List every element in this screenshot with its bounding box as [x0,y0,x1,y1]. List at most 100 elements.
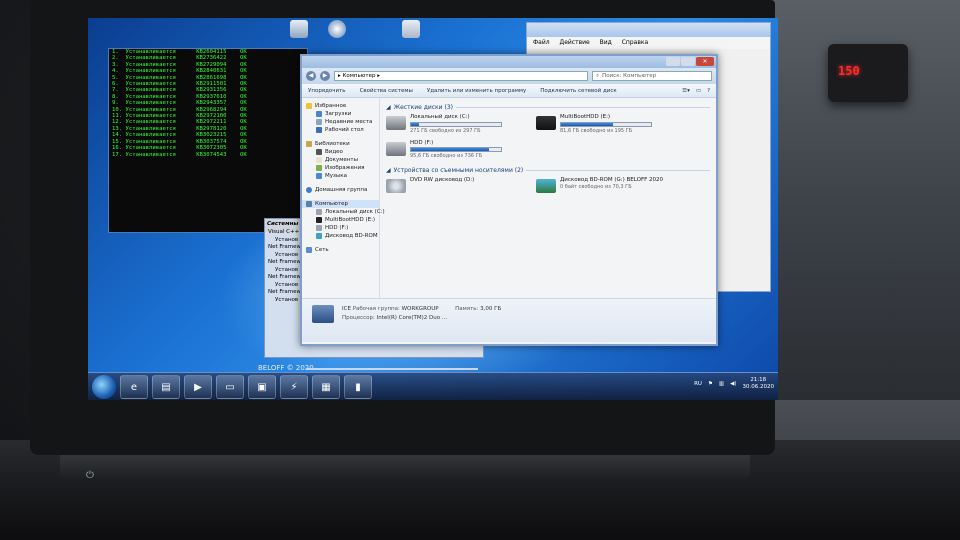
taskbar-installer-icon[interactable]: ▣ [248,375,276,399]
view-options-icon[interactable]: ☰▾ [682,88,690,94]
tray-date: 30.06.2020 [742,384,775,390]
nav-recent-label: Недавние места [325,119,373,125]
back-icon[interactable]: ◀ [306,71,316,81]
drive-item[interactable]: MultiBootHDD (E:) 81,6 ГБ свободно из 19… [536,114,666,134]
system-properties-button[interactable]: Свойства системы [360,88,413,94]
uninstall-program-button[interactable]: Удалить или изменить программу [427,88,526,94]
nav-network[interactable]: Сеть [302,246,379,254]
nav-images[interactable]: Изображения [302,164,379,172]
section-divider [455,107,710,108]
map-network-drive-button[interactable]: Подключить сетевой диск [540,88,616,94]
nav-libraries[interactable]: Библиотеки [302,140,379,148]
recycle-bin-icon[interactable] [398,20,424,44]
nav-downloads[interactable]: Загрузки [302,110,379,118]
taskbar-device-icon[interactable]: ▦ [312,375,340,399]
language-indicator[interactable]: RU [694,381,702,387]
taskbar-snappy-icon[interactable]: ⚡ [280,375,308,399]
nav-desktop[interactable]: Рабочий стол [302,126,379,134]
address-text: Компьютер [342,73,376,79]
drive-name: HDD (F:) [410,139,434,146]
tray-network-icon[interactable]: ▥ [719,381,724,387]
hard-disks-section-header[interactable]: ◢ Жесткие диски (3) [386,104,710,111]
details-col-2: Память: 3,00 ГБ [455,305,501,336]
drive-usage-bar [410,121,502,127]
desktop-icon-network[interactable] [286,20,312,44]
downloads-icon [316,111,322,117]
nav-drive-f[interactable]: HDD (F:) [302,224,379,232]
taskbar-computer-icon[interactable]: ▭ [216,375,244,399]
background-window-titlebar[interactable] [527,23,770,37]
taskbar-explorer-icon[interactable]: ▤ [152,375,180,399]
removable-section-header[interactable]: ◢ Устройства со съемными носителями (2) [386,167,710,174]
collapse-icon: ◢ [386,104,391,111]
desktop-icon-snappy[interactable] [324,20,350,44]
taskbar-ie-icon[interactable]: e [120,375,148,399]
forward-icon[interactable]: ▶ [320,71,330,81]
maximize-button[interactable] [681,57,695,66]
nav-recent-places[interactable]: Недавние места [302,118,379,126]
memory-label: Память: [455,306,479,312]
nav-computer[interactable]: Компьютер [302,200,379,208]
drive-item[interactable]: HDD (F:) 95,6 ГБ свободно из 736 ГБ [386,139,516,159]
nav-drive-f-label: HDD (F:) [325,225,349,231]
search-icon: ⌕ [596,73,600,79]
workgroup-label: Рабочая группа: [352,306,400,312]
menu-action[interactable]: Действие [560,39,590,46]
start-button[interactable] [92,375,116,399]
preview-pane-icon[interactable]: ▭ [696,88,701,94]
navigation-pane: Избранное Загрузки Недавние места Рабочи… [302,98,385,298]
nav-drive-c-label: Локальный диск (C:) [325,209,385,215]
nav-music[interactable]: Музыка [302,172,379,180]
minimize-button[interactable] [666,57,680,66]
nav-desktop-label: Рабочий стол [325,127,364,133]
close-button[interactable]: ✕ [696,57,714,66]
taskbar-cmd-icon[interactable]: ▮ [344,375,372,399]
drive-item[interactable]: DVD RW дисковод (D:) [386,177,516,193]
tray-clock[interactable]: 21:18 30.06.2020 [743,377,775,391]
drive-item[interactable]: Дисковод BD-ROM (G:) BELOFF 2020 0 байт … [536,177,666,193]
nav-homegroup-label: Домашняя группа [315,187,368,193]
nav-drive-bd[interactable]: Дисковод BD-ROM [302,232,379,240]
background-window-menu: Файл Действие Вид Справка [527,37,770,49]
command-bar: Упорядочить Свойства системы Удалить или… [302,84,716,98]
cmd-output: 1. Устанавливается KB2604115 OK 2. Устана… [109,49,307,158]
tray-flag-icon[interactable]: ⚑ [708,381,713,387]
usb-drive-icon [536,116,556,130]
organize-button[interactable]: Упорядочить [308,88,346,94]
taskbar: e ▤ ▶ ▭ ▣ ⚡ ▦ ▮ RU ⚑ ▥ ◀) 21:18 30.06.20… [88,372,778,400]
nav-music-label: Музыка [325,173,347,179]
nav-drive-c[interactable]: Локальный диск (C:) [302,208,385,216]
taskbar-media-player-icon[interactable]: ▶ [184,375,212,399]
bd-rom-icon [316,233,322,239]
menu-view[interactable]: Вид [600,39,612,46]
cmd-line: 17. Устанавливается KB3074543 OK [112,151,247,158]
menu-help[interactable]: Справка [622,39,648,46]
section-divider [526,170,710,171]
address-field[interactable]: ▸ Компьютер ▸ [334,71,588,81]
nav-computer-label: Компьютер [315,201,348,207]
menu-file[interactable]: Файл [533,39,550,46]
nav-documents[interactable]: Документы [302,156,379,164]
nav-homegroup[interactable]: Домашняя группа [302,186,379,194]
help-icon[interactable]: ? [707,88,710,94]
nav-drive-e[interactable]: MultiBootHDD (E:) [302,216,379,224]
memory-value: 3,00 ГБ [480,306,502,312]
nav-documents-label: Документы [325,157,358,163]
tray-volume-icon[interactable]: ◀) [730,381,736,387]
drive-usage-fill [561,122,614,126]
explorer-window[interactable]: ✕ ◀ ▶ ▸ Компьютер ▸ ⌕ Поиск: Компьютер Уп… [300,54,718,346]
music-icon [316,173,322,179]
explorer-titlebar[interactable]: ✕ [302,56,716,68]
pc-name: ICE [342,306,351,312]
nav-video[interactable]: Видео [302,148,379,156]
drive-name: Локальный диск (C:) [410,114,470,120]
search-input[interactable]: ⌕ Поиск: Компьютер [592,71,712,81]
command-prompt-window[interactable]: 1. Устанавливается KB2604115 OK 2. Устана… [108,48,308,233]
photo-scene: 150 ⏻ Файл Действие Вид Справка 1. Устан… [0,0,960,540]
drive-item[interactable]: Локальный диск (C:) 271 ГБ свободно из 2… [386,114,516,134]
nav-favorites[interactable]: Избранное [302,102,379,110]
drive-icon [316,209,322,215]
tray-time: 21:18 [750,377,767,383]
computer-icon [312,305,334,323]
drive-free-space: 0 байт свободно из 70,3 ГБ [560,183,632,190]
